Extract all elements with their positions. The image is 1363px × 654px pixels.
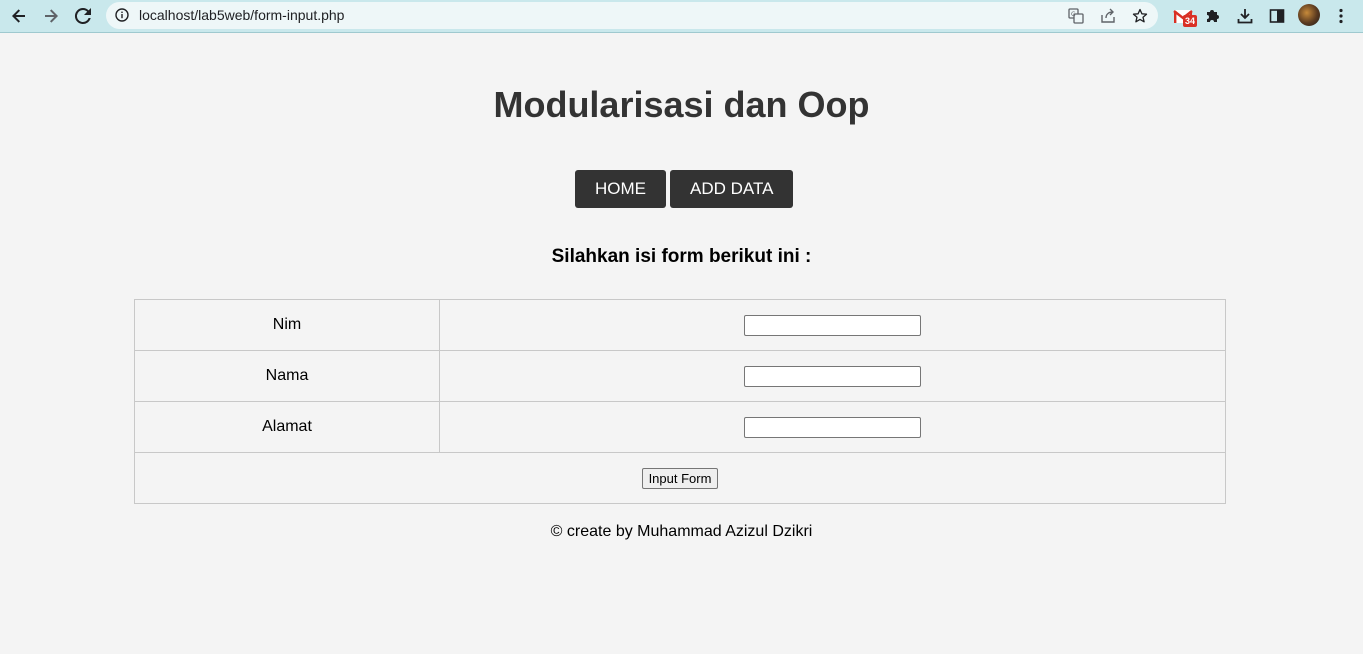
alamat-input[interactable] (744, 416, 921, 438)
alamat-input-cell (439, 401, 1226, 453)
input-form-button[interactable]: Input Form (641, 467, 719, 489)
forward-arrow-icon[interactable] (39, 4, 63, 28)
browser-toolbar: localhost/lab5web/form-input.php G 34 (0, 0, 1363, 33)
main-nav: HOME ADD DATA (575, 170, 794, 208)
star-icon[interactable] (1130, 6, 1150, 26)
puzzle-icon[interactable] (1202, 5, 1224, 27)
home-nav-button[interactable]: HOME (575, 170, 666, 208)
translate-icon[interactable]: G (1066, 6, 1086, 26)
nama-input[interactable] (744, 365, 921, 387)
input-form-table: Nim Nama Alamat Input Form (134, 299, 1226, 504)
nim-label: Nim (134, 299, 440, 351)
mail-badge: 34 (1183, 15, 1198, 27)
side-panel-icon[interactable] (1266, 5, 1288, 27)
mail-icon[interactable]: 34 (1172, 5, 1198, 27)
address-bar-url: localhost/lab5web/form-input.php (139, 7, 345, 23)
info-icon[interactable] (115, 8, 129, 22)
submit-cell: Input Form (134, 452, 1226, 504)
svg-text:G: G (1071, 11, 1076, 18)
form-heading: Silahkan isi form berikut ini : (551, 246, 812, 267)
nama-input-cell (439, 350, 1226, 402)
form-row-submit: Input Form (134, 452, 1226, 504)
page-title: Modularisasi dan Oop (493, 84, 870, 125)
kebab-menu-icon[interactable] (1330, 5, 1352, 27)
address-bar[interactable]: localhost/lab5web/form-input.php G (106, 2, 1158, 29)
form-row-alamat: Alamat (134, 401, 1226, 453)
form-row-nama: Nama (134, 350, 1226, 402)
nama-label: Nama (134, 350, 440, 402)
reload-icon[interactable] (71, 4, 95, 28)
nim-input[interactable] (744, 314, 921, 336)
share-icon[interactable] (1098, 6, 1118, 26)
download-icon[interactable] (1234, 5, 1256, 27)
back-arrow-icon[interactable] (7, 4, 31, 28)
nim-input-cell (439, 299, 1226, 351)
form-row-nim: Nim (134, 299, 1226, 351)
profile-avatar[interactable] (1298, 4, 1320, 26)
footer-credit: © create by Muhammad Azizul Dzikri (550, 523, 813, 540)
alamat-label: Alamat (134, 401, 440, 453)
add-data-nav-button[interactable]: ADD DATA (670, 170, 794, 208)
